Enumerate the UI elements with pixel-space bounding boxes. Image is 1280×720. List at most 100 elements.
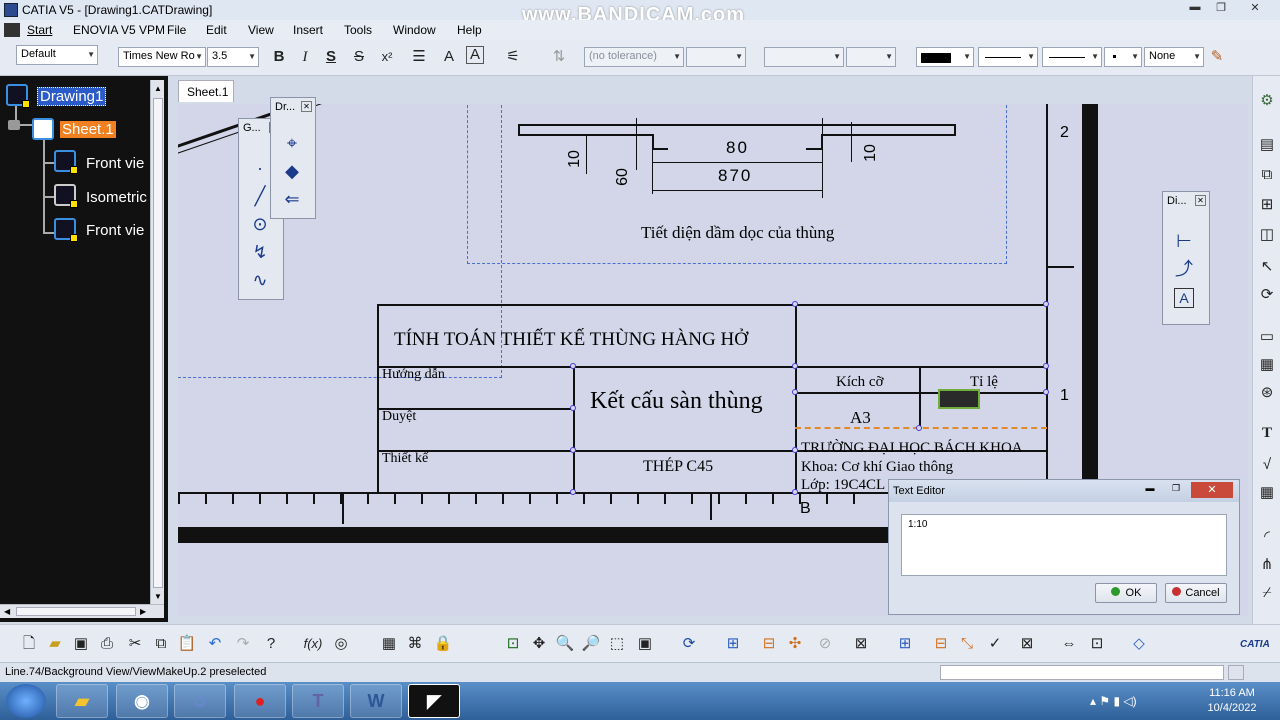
text-editor-input[interactable]: 1:10 <box>901 514 1227 576</box>
swap-icon[interactable]: ⇔ <box>1058 633 1080 655</box>
tree-node-drawing[interactable]: Drawing1 <box>37 87 107 106</box>
dialog-minimize-button[interactable]: ▬ <box>1139 483 1161 498</box>
menu-view[interactable]: View <box>248 23 274 37</box>
explorer-icon[interactable]: ▰ <box>56 684 108 718</box>
vertex-handle[interactable] <box>792 389 798 395</box>
pattern-select[interactable]: None ▼ <box>1144 47 1204 67</box>
tolerance-select[interactable]: (no tolerance) ▼ <box>584 47 684 67</box>
cancel-button[interactable]: Cancel <box>1165 583 1227 603</box>
catalog-icon[interactable]: ⊡ <box>1086 633 1108 655</box>
text-frame-icon[interactable]: A <box>438 46 460 68</box>
tb-size-value[interactable]: A3 <box>850 408 871 428</box>
dimension-80[interactable]: 80 <box>726 138 749 158</box>
arrow-icon[interactable]: ⇐ <box>279 186 305 212</box>
rectangle-icon[interactable]: ▭ <box>1256 326 1278 348</box>
dimension-icon[interactable]: ⊢ <box>1171 228 1197 254</box>
dialog-close-button[interactable]: ✕ <box>1191 482 1233 498</box>
tb-part-name[interactable]: Kết cấu sàn thùng <box>590 388 763 415</box>
refresh-icon[interactable]: ⟳ <box>678 633 700 655</box>
front-view-icon[interactable] <box>54 150 78 174</box>
front-view-icon[interactable] <box>54 218 78 242</box>
save-icon[interactable]: ▣ <box>70 633 92 655</box>
balloon-icon[interactable]: ⊛ <box>1256 382 1278 404</box>
menu-file[interactable]: File <box>167 23 186 37</box>
dimension-10-left[interactable]: 10 <box>566 150 584 168</box>
tb-design-label[interactable]: Thiết kế <box>382 451 428 467</box>
align-left-icon[interactable]: ☰ <box>408 46 430 68</box>
scroll-down-icon[interactable]: ▼ <box>154 592 162 601</box>
bandicam-icon[interactable]: ● <box>234 684 286 718</box>
trim-icon[interactable]: ⌿ <box>1256 582 1278 604</box>
tree-horizontal-scrollbar[interactable]: ◀ ▶ <box>0 604 164 618</box>
fit-all-icon[interactable]: ⊡ <box>502 633 524 655</box>
arc-icon[interactable]: ◜ <box>1256 526 1278 548</box>
tb-approve-label[interactable]: Duyệt <box>382 409 416 425</box>
sheet-icon[interactable] <box>32 118 54 140</box>
zoom-in-icon[interactable]: 🔍 <box>554 633 576 655</box>
command-input[interactable] <box>940 665 1224 680</box>
tolerance-value-select[interactable]: ▼ <box>686 47 746 67</box>
anchor-point-icon[interactable]: ⚟ <box>502 46 524 68</box>
print-icon[interactable]: ⎙ <box>96 633 118 655</box>
analysis-icon[interactable]: ✣ <box>784 633 806 655</box>
grid2-icon[interactable]: ⊞ <box>894 633 916 655</box>
word-icon[interactable]: W <box>350 684 402 718</box>
tb-size-label[interactable]: Kích cỡ <box>836 374 884 391</box>
tree-icon[interactable]: ⌘ <box>404 633 426 655</box>
zoom-area-icon[interactable]: ⬚ <box>606 633 628 655</box>
scroll-h-thumb[interactable] <box>16 607 136 616</box>
vertex-handle[interactable] <box>570 405 576 411</box>
menu-edit[interactable]: Edit <box>206 23 227 37</box>
image-icon[interactable]: ▦ <box>1256 354 1278 376</box>
font-select[interactable]: Times New Ro ▼ <box>118 47 206 67</box>
palette-close-icon[interactable]: ✕ <box>301 101 312 112</box>
center-line-icon[interactable]: ⌖ <box>279 130 305 156</box>
workbench-icon[interactable]: ⚙ <box>1256 90 1278 112</box>
menu-tools[interactable]: Tools <box>344 23 372 37</box>
menu-window[interactable]: Window <box>393 23 436 37</box>
lock-icon[interactable]: 🔒 <box>432 633 454 655</box>
new-icon[interactable]: 🗋 <box>18 633 40 655</box>
dimension-60[interactable]: 60 <box>614 168 632 186</box>
superscript-icon[interactable]: x² <box>376 46 398 68</box>
vertex-handle[interactable] <box>1043 389 1049 395</box>
knowledge-icon[interactable]: ◎ <box>330 633 352 655</box>
command-options-icon[interactable] <box>1228 665 1244 680</box>
discord-icon[interactable]: ☺ <box>174 684 226 718</box>
vertex-handle[interactable] <box>792 363 798 369</box>
menu-start[interactable]: Start <box>27 23 52 37</box>
zoom-out-icon[interactable]: 🔎 <box>580 633 602 655</box>
tree-node-sheet[interactable]: Sheet.1 <box>60 121 116 138</box>
catia-task-icon[interactable]: ◤ <box>408 684 460 718</box>
snap-icon[interactable]: ⊟ <box>758 633 780 655</box>
vertex-handle[interactable] <box>1043 363 1049 369</box>
color-select[interactable]: ▼ <box>916 47 974 67</box>
linetype-select[interactable]: ▼ <box>1042 47 1102 67</box>
tb-faculty[interactable]: Khoa: Cơ khí Giao thông <box>801 459 953 476</box>
open-icon[interactable]: ▰ <box>44 633 66 655</box>
redo-icon[interactable]: ↷ <box>232 633 254 655</box>
strikethrough-icon[interactable]: S <box>348 46 370 68</box>
vertex-handle[interactable] <box>792 447 798 453</box>
roughness-icon[interactable]: √ <box>1256 454 1278 476</box>
filter-icon[interactable]: ⊘ <box>814 633 836 655</box>
drawing-icon[interactable] <box>6 84 30 108</box>
dialog-maximize-button[interactable]: ❐ <box>1165 483 1187 498</box>
copy-icon[interactable]: ⧉ <box>150 633 172 655</box>
tree-node-isometric[interactable]: Isometric <box>86 189 147 206</box>
projection-icon[interactable]: ⧉ <box>1256 164 1278 186</box>
maximize-button[interactable]: ❐ <box>1210 1 1232 15</box>
tb-school[interactable]: TRƯỜNG ĐẠI HỌC BÁCH KHOA <box>801 440 1023 457</box>
underline-icon[interactable]: S <box>320 46 342 68</box>
macro-icon[interactable]: ▦ <box>378 633 400 655</box>
bold-icon[interactable]: B <box>268 46 290 68</box>
minimize-button[interactable]: ▬ <box>1184 1 1206 15</box>
precision-select[interactable]: ▼ <box>846 47 896 67</box>
vertex-handle[interactable] <box>570 447 576 453</box>
rotate-icon[interactable]: ⟳ <box>1256 284 1278 306</box>
section-caption[interactable]: Tiết diện dầm dọc của thùng <box>641 223 834 243</box>
vertex-handle[interactable] <box>1043 301 1049 307</box>
font-size-select[interactable]: 3.5 ▼ <box>207 47 259 67</box>
dimension-10-right[interactable]: 10 <box>862 144 880 162</box>
sketch-icon[interactable]: ⊠ <box>850 633 872 655</box>
